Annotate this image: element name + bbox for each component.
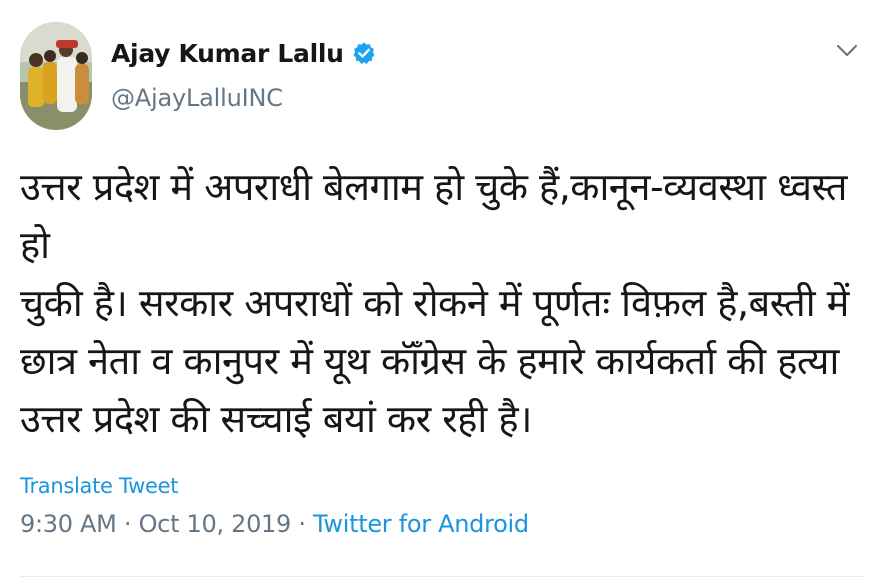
divider: [20, 576, 865, 577]
author-name-row: Ajay Kumar Lallu: [111, 36, 376, 70]
tweet-body-text: उत्तर प्रदेश में अपराधी बेलगाम हो चुके ह…: [20, 165, 849, 441]
translate-tweet-link[interactable]: Translate Tweet: [20, 474, 178, 498]
tweet-time[interactable]: 9:30 AM: [20, 510, 117, 538]
tweet-source-link[interactable]: Twitter for Android: [313, 510, 529, 538]
meta-separator: ·: [298, 510, 306, 538]
tweet-date[interactable]: Oct 10, 2019: [139, 510, 292, 538]
avatar[interactable]: [20, 22, 92, 130]
author-display-name[interactable]: Ajay Kumar Lallu: [111, 39, 344, 68]
chevron-down-icon[interactable]: [834, 40, 860, 62]
meta-separator: ·: [123, 510, 132, 538]
verified-badge-icon: [352, 41, 376, 65]
author-handle[interactable]: @AjayLalluINC: [111, 84, 283, 112]
tweet-card: Ajay Kumar Lallu @AjayLalluINC उत्तर प्र…: [0, 0, 875, 583]
tweet-meta: 9:30 AM · Oct 10, 2019 · Twitter for And…: [20, 510, 529, 538]
